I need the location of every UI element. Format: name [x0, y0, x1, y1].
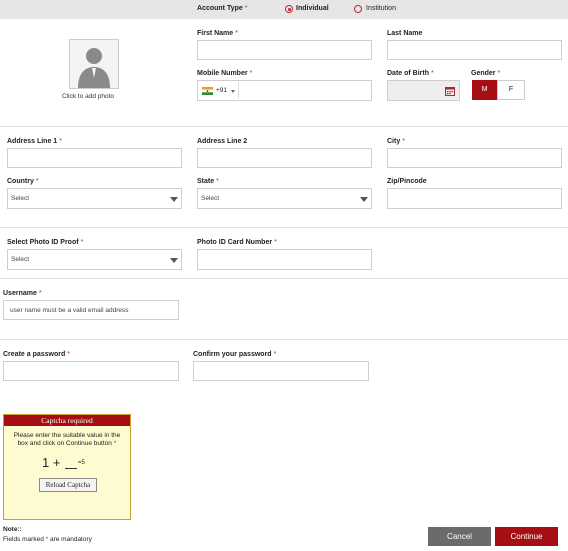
create-password-label: Create a password * [3, 351, 70, 358]
captcha-answer-input[interactable] [65, 468, 77, 469]
chevron-down-icon [360, 197, 368, 202]
confirm-password-input[interactable] [193, 361, 369, 381]
calendar-icon[interactable] [445, 86, 455, 96]
state-select-value: Select [201, 195, 220, 202]
note-title: Note:: [3, 526, 22, 533]
radio-individual[interactable]: Individual [285, 4, 333, 14]
photo-caption: Click to add photo [62, 93, 115, 100]
city-input[interactable] [387, 148, 562, 168]
address1-input[interactable] [7, 148, 182, 168]
captcha-instructions: Please enter the suitable value in the b… [13, 432, 121, 447]
radio-institution[interactable]: Institution [354, 4, 404, 14]
city-label: City * [387, 138, 405, 145]
divider [0, 126, 568, 127]
account-type-label: Account Type * [197, 5, 248, 12]
dob-label: Date of Birth * [387, 70, 434, 77]
chevron-down-icon [170, 197, 178, 202]
country-select-value: Select [11, 195, 30, 202]
first-name-input[interactable] [197, 40, 372, 60]
photo-id-select-value: Select [11, 256, 30, 263]
captcha-box: Captcha required Please enter the suitab… [3, 414, 131, 520]
address1-label: Address Line 1 * [7, 138, 62, 145]
zip-label: Zip/Pincode [387, 178, 427, 185]
note-text: Fields marked * are mandatory [3, 536, 92, 543]
captcha-equation: 1 + =5 [42, 455, 102, 471]
radio-individual-label: Individual [296, 5, 329, 12]
photo-upload[interactable] [69, 39, 119, 89]
india-flag-icon [202, 87, 213, 95]
user-avatar-icon [70, 40, 118, 88]
chevron-down-icon [170, 258, 178, 263]
captcha-equation-right: =5 [78, 460, 85, 466]
address2-label: Address Line 2 [197, 138, 248, 145]
divider [0, 227, 568, 228]
country-code-select[interactable]: +91 [199, 82, 239, 99]
radio-institution-label: Institution [366, 5, 396, 12]
state-label: State * [197, 178, 219, 185]
country-label: Country * [7, 178, 39, 185]
country-code-value: +91 [216, 87, 228, 94]
divider [0, 339, 568, 340]
account-type-bar [0, 0, 568, 19]
country-select[interactable]: Select [7, 188, 182, 209]
mobile-label: Mobile Number * [197, 70, 253, 77]
username-label: Username * [3, 290, 42, 297]
state-select[interactable]: Select [197, 188, 372, 209]
photo-id-proof-select[interactable]: Select [7, 249, 182, 270]
radio-checked-icon [285, 5, 293, 13]
first-name-label: First Name * [197, 30, 238, 37]
username-placeholder: user name must be a valid email address [10, 307, 129, 314]
confirm-password-label: Confirm your password * [193, 351, 277, 358]
gender-label: Gender * [471, 70, 501, 77]
mobile-input[interactable]: +91 [197, 80, 372, 101]
cancel-button[interactable]: Cancel [428, 527, 491, 546]
divider [0, 278, 568, 279]
username-input[interactable]: user name must be a valid email address [3, 300, 179, 320]
zip-input[interactable] [387, 188, 562, 209]
create-password-input[interactable] [3, 361, 179, 381]
photo-id-number-input[interactable] [197, 249, 372, 270]
dob-input[interactable] [387, 80, 460, 101]
photo-id-number-label: Photo ID Card Number * [197, 239, 277, 246]
captcha-equation-left: 1 + [42, 455, 61, 470]
address2-input[interactable] [197, 148, 372, 168]
gender-f-button[interactable]: F [497, 80, 525, 100]
reload-captcha-button[interactable]: Reload Captcha [39, 478, 97, 492]
radio-unchecked-icon [354, 5, 362, 13]
photo-id-proof-label: Select Photo ID Proof * [7, 239, 84, 246]
last-name-input[interactable] [387, 40, 562, 60]
gender-m-button[interactable]: M [472, 80, 497, 100]
continue-button[interactable]: Continue [495, 527, 558, 546]
captcha-title: Captcha required [4, 415, 130, 426]
last-name-label: Last Name [387, 30, 423, 37]
chevron-down-icon [231, 90, 235, 93]
